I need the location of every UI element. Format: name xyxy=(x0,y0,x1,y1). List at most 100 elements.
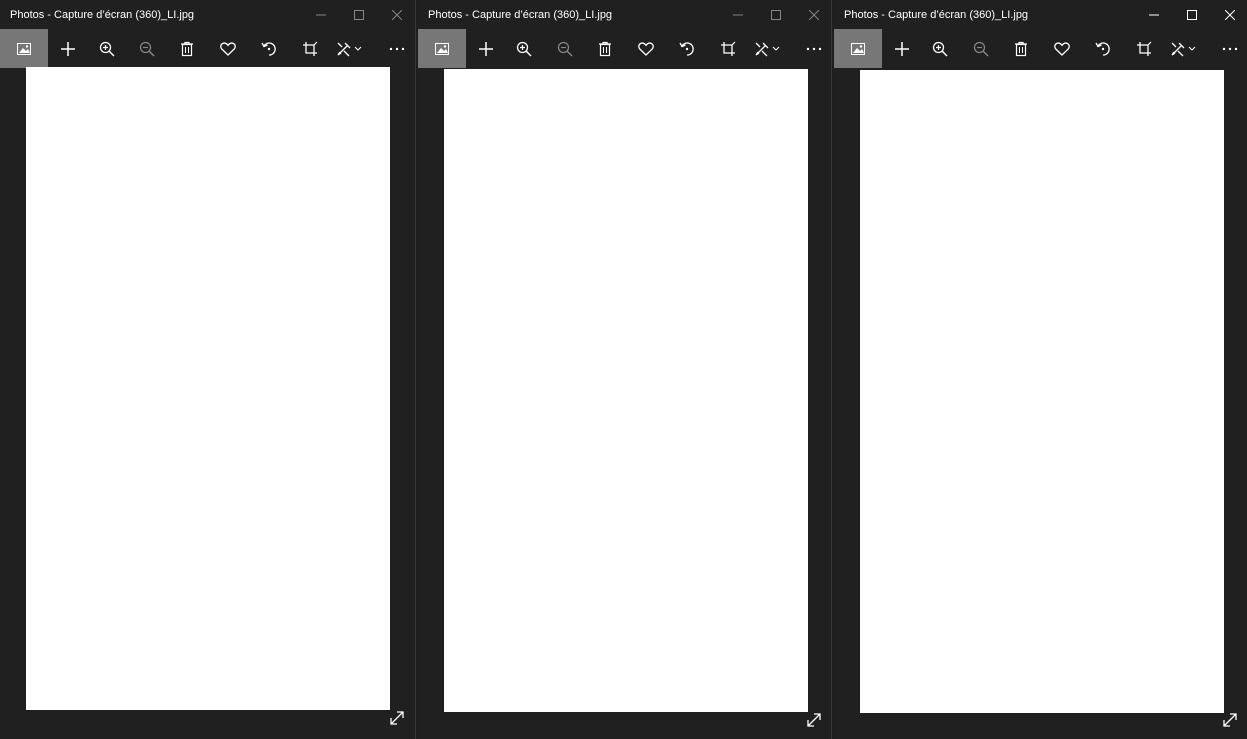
favorite-button[interactable] xyxy=(626,29,666,68)
image-icon xyxy=(851,42,865,55)
photos-window-2: Photos - Capture d’écran (360)_LI.jpg xyxy=(418,0,832,739)
image-icon xyxy=(435,42,449,55)
rotate-button[interactable] xyxy=(249,29,289,68)
chevron-down-icon xyxy=(354,46,362,51)
close-icon xyxy=(809,10,819,20)
zoom-in-button[interactable] xyxy=(87,29,127,68)
favorite-button[interactable] xyxy=(208,29,248,68)
rotate-button[interactable] xyxy=(667,29,707,68)
image-view-button[interactable] xyxy=(418,29,466,68)
photo-canvas xyxy=(860,70,1224,713)
rotate-icon xyxy=(261,41,276,56)
delete-icon xyxy=(599,41,611,56)
fullscreen-button[interactable] xyxy=(802,708,826,732)
crop-button[interactable] xyxy=(708,29,748,68)
minimize-button[interactable] xyxy=(719,0,757,30)
crop-icon xyxy=(1137,41,1152,56)
crop-icon xyxy=(303,41,318,56)
minimize-button[interactable] xyxy=(302,0,340,30)
expand-icon xyxy=(390,711,404,725)
maximize-button[interactable] xyxy=(1173,0,1211,30)
image-view-button[interactable] xyxy=(0,29,48,68)
crop-icon xyxy=(721,41,736,56)
zoom-out-button[interactable] xyxy=(545,29,585,68)
rotate-icon xyxy=(1095,41,1110,56)
more-button[interactable] xyxy=(377,29,415,68)
zoom-in-icon xyxy=(516,41,532,57)
zoom-in-button[interactable] xyxy=(920,29,960,68)
zoom-out-button[interactable] xyxy=(961,29,1001,68)
photos-window-3: Photos - Capture d’écran (360)_LI.jpg xyxy=(834,0,1247,739)
rotate-icon xyxy=(679,41,694,56)
minimize-icon xyxy=(733,14,743,16)
zoom-out-button[interactable] xyxy=(127,29,167,68)
photos-window-1: Photos - Capture d’écran (360)_LI.jpg xyxy=(0,0,416,739)
minimize-icon xyxy=(1149,14,1159,16)
edit-icon xyxy=(337,42,362,56)
window-title: Photos - Capture d’écran (360)_LI.jpg xyxy=(10,9,195,21)
zoom-in-icon xyxy=(932,41,948,57)
crop-button[interactable] xyxy=(1124,29,1164,68)
add-button[interactable] xyxy=(466,29,506,68)
photo-canvas xyxy=(26,67,390,710)
delete-button[interactable] xyxy=(585,29,625,68)
close-icon xyxy=(1225,10,1235,20)
add-icon xyxy=(479,41,493,56)
favorite-button[interactable] xyxy=(1042,29,1082,68)
rotate-button[interactable] xyxy=(1083,29,1123,68)
add-button[interactable] xyxy=(48,29,88,68)
edit-icon xyxy=(1171,42,1196,56)
chevron-down-icon xyxy=(1188,46,1196,51)
maximize-icon xyxy=(1187,10,1197,20)
fullscreen-button[interactable] xyxy=(385,706,409,730)
edit-create-button[interactable] xyxy=(1162,29,1206,68)
add-icon xyxy=(61,41,75,56)
add-icon xyxy=(895,41,909,56)
zoom-out-icon xyxy=(973,41,989,57)
more-icon xyxy=(389,47,405,50)
title-bar[interactable]: Photos - Capture d’écran (360)_LI.jpg xyxy=(834,0,1247,30)
delete-button[interactable] xyxy=(167,29,207,68)
toolbar xyxy=(834,29,1247,68)
expand-icon xyxy=(807,713,821,727)
expand-icon xyxy=(1223,713,1237,727)
more-icon xyxy=(1222,47,1238,50)
edit-icon xyxy=(755,42,780,56)
delete-button[interactable] xyxy=(1001,29,1041,68)
zoom-in-icon xyxy=(99,41,115,57)
edit-create-button[interactable] xyxy=(746,29,790,68)
crop-button[interactable] xyxy=(290,29,330,68)
zoom-out-icon xyxy=(139,41,155,57)
favorite-icon xyxy=(638,42,654,56)
maximize-button[interactable] xyxy=(340,0,378,30)
more-button[interactable] xyxy=(794,29,831,68)
more-icon xyxy=(806,47,822,50)
add-button[interactable] xyxy=(882,29,922,68)
window-title: Photos - Capture d’écran (360)_LI.jpg xyxy=(428,9,613,21)
toolbar xyxy=(0,29,415,68)
close-button[interactable] xyxy=(378,0,415,30)
more-button[interactable] xyxy=(1210,29,1247,68)
image-view-button[interactable] xyxy=(834,29,882,68)
photo-canvas xyxy=(444,69,808,712)
image-icon xyxy=(17,42,31,55)
maximize-icon xyxy=(771,10,781,20)
fullscreen-button[interactable] xyxy=(1218,708,1242,732)
zoom-in-button[interactable] xyxy=(504,29,544,68)
delete-icon xyxy=(181,41,193,56)
delete-icon xyxy=(1015,41,1027,56)
minimize-icon xyxy=(316,14,326,16)
window-title: Photos - Capture d’écran (360)_LI.jpg xyxy=(844,9,1029,21)
maximize-button[interactable] xyxy=(757,0,795,30)
minimize-button[interactable] xyxy=(1135,0,1173,30)
title-bar[interactable]: Photos - Capture d’écran (360)_LI.jpg xyxy=(418,0,831,30)
chevron-down-icon xyxy=(772,46,780,51)
maximize-icon xyxy=(354,10,364,20)
favorite-icon xyxy=(220,42,236,56)
close-button[interactable] xyxy=(1211,0,1247,30)
close-icon xyxy=(392,10,402,20)
close-button[interactable] xyxy=(795,0,831,30)
edit-create-button[interactable] xyxy=(328,29,372,68)
title-bar[interactable]: Photos - Capture d’écran (360)_LI.jpg xyxy=(0,0,415,30)
zoom-out-icon xyxy=(557,41,573,57)
